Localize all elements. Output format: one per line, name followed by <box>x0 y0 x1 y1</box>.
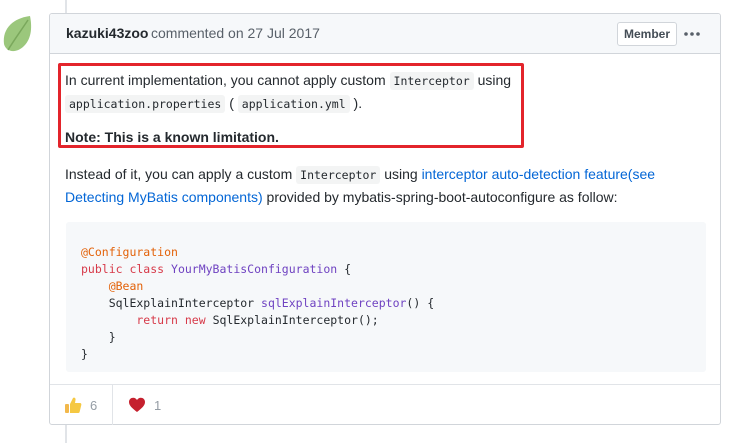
reaction-count: 1 <box>154 397 162 413</box>
comment-header: kazuki43zoo commented on 27 Jul 2017 Mem… <box>50 14 720 54</box>
inline-code: application.properties <box>65 95 226 113</box>
text: ). <box>349 95 363 111</box>
paragraph-alternative: Instead of it, you can apply a custom In… <box>65 163 695 208</box>
auto-detection-link[interactable]: interceptor auto-detection feature(see <box>422 166 655 182</box>
code-line: return new SqlExplainInterceptor(); <box>81 313 379 327</box>
inline-code: Interceptor <box>389 72 474 90</box>
thumbs-up-icon <box>65 397 82 413</box>
comment-author[interactable]: kazuki43zoo <box>66 25 148 41</box>
paragraph-limitation: In current implementation, you cannot ap… <box>65 69 515 115</box>
leaf-avatar-icon[interactable] <box>0 14 36 54</box>
code-line: @Configuration <box>81 245 178 259</box>
code-line: SqlExplainInterceptor sqlExplainIntercep… <box>81 296 435 310</box>
auto-detection-link[interactable]: Detecting MyBatis components) <box>65 189 263 205</box>
text: ( <box>225 95 238 111</box>
inline-code: application.yml <box>237 95 350 113</box>
comment-timestamp[interactable]: commented on 27 Jul 2017 <box>151 25 320 41</box>
code-line: @Bean <box>81 279 144 293</box>
reaction-heart[interactable]: 1 <box>128 385 161 425</box>
more-options-icon[interactable] <box>682 24 702 44</box>
note-text: Note: This is a known limitation. <box>65 129 279 145</box>
text: Instead of it, you can apply a custom <box>65 166 297 182</box>
code-line: } <box>81 347 88 361</box>
comment-box: kazuki43zoo commented on 27 Jul 2017 Mem… <box>49 13 721 425</box>
inline-code: Interceptor <box>296 166 381 184</box>
code-line: } <box>81 330 116 344</box>
code-block: @Configuration public class YourMyBatisC… <box>66 222 706 372</box>
member-badge: Member <box>617 22 678 46</box>
heart-icon <box>129 397 145 412</box>
divider <box>112 385 113 425</box>
code-line: public class YourMyBatisConfiguration { <box>81 262 352 276</box>
text: provided by mybatis-spring-boot-autoconf… <box>262 189 618 205</box>
reaction-thumbs-up[interactable]: 6 <box>64 385 97 425</box>
reaction-count: 6 <box>90 397 98 413</box>
text: using <box>473 72 512 88</box>
text: In current implementation, you cannot ap… <box>65 72 390 88</box>
reactions-bar: 6 1 <box>50 384 720 425</box>
text: using <box>380 166 422 182</box>
